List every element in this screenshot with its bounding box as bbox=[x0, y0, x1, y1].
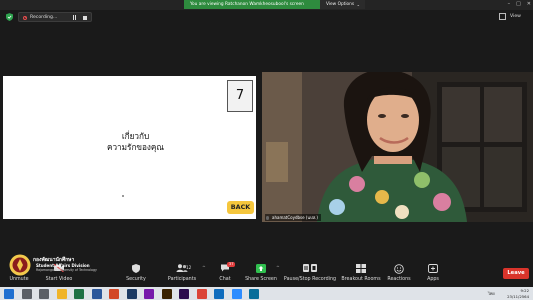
chat-button[interactable]: 37 Chat bbox=[210, 261, 240, 287]
minimize-button[interactable]: – bbox=[508, 0, 511, 9]
pause-stop-icon bbox=[303, 264, 317, 272]
close-button[interactable]: ✕ bbox=[527, 0, 531, 9]
input-language-indicator[interactable]: ไทย bbox=[488, 291, 495, 297]
slide-page-number: 7 bbox=[227, 80, 253, 112]
apps-icon bbox=[428, 264, 438, 273]
leave-button[interactable]: Leave bbox=[503, 268, 529, 279]
fullscreen-icon[interactable] bbox=[499, 13, 506, 20]
share-screen-label: Share Screen bbox=[245, 277, 277, 282]
illustrator-icon[interactable] bbox=[161, 288, 172, 299]
view-options-label: View Options bbox=[326, 2, 355, 7]
word-icon[interactable] bbox=[91, 288, 102, 299]
recording-dot-icon bbox=[23, 15, 27, 20]
chat-bubble-icon: 37 bbox=[220, 262, 235, 272]
viewing-screen-banner: You are viewing Ratchanon Wamkheosubool'… bbox=[184, 0, 320, 9]
zoom-icon[interactable] bbox=[231, 288, 242, 299]
breakout-rooms-label: Breakout Rooms bbox=[341, 277, 381, 282]
participants-label: Participants bbox=[167, 277, 197, 282]
participants-button[interactable]: 12 Participants bbox=[162, 261, 202, 287]
photos-icon[interactable] bbox=[249, 288, 259, 299]
reactions-button[interactable]: Reactions bbox=[384, 261, 414, 287]
encryption-shield-icon[interactable] bbox=[6, 13, 13, 21]
windows-taskbar: ไทย 9:22 23/11/2564 bbox=[0, 287, 533, 300]
window-controls: – □ ✕ bbox=[508, 0, 531, 9]
chevron-down-icon: ⌄ bbox=[356, 2, 360, 7]
pause-recording-icon[interactable] bbox=[72, 15, 77, 20]
excel-icon[interactable] bbox=[74, 288, 84, 299]
search-icon[interactable] bbox=[21, 288, 32, 299]
pause-stop-recording-button[interactable]: Pause/Stop Recording bbox=[282, 261, 338, 287]
chat-unread-badge: 37 bbox=[227, 262, 235, 267]
participants-count: 12 bbox=[186, 265, 192, 270]
participant-video bbox=[262, 72, 533, 222]
reactions-label: Reactions bbox=[387, 277, 411, 282]
security-button[interactable]: Security bbox=[118, 261, 154, 287]
security-label: Security bbox=[126, 277, 146, 282]
share-screen-button[interactable]: Share Screen bbox=[244, 261, 278, 287]
apps-button[interactable]: Apps bbox=[418, 261, 448, 287]
share-options-caret[interactable]: ^ bbox=[276, 266, 280, 271]
start-icon[interactable] bbox=[4, 288, 14, 299]
share-screen-icon bbox=[256, 264, 266, 273]
mail-icon[interactable] bbox=[214, 288, 224, 299]
apps-label: Apps bbox=[427, 277, 439, 282]
clock-date: 23/11/2564 bbox=[507, 293, 529, 299]
view-options-button[interactable]: View Options ⌄ bbox=[320, 0, 365, 9]
slide-heading-line-1: เกี่ยวกับ bbox=[121, 131, 150, 141]
recording-label: Recording... bbox=[30, 15, 58, 20]
pause-stop-recording-label: Pause/Stop Recording bbox=[283, 277, 337, 282]
slide-heading-line-2: ความรักของคุณ bbox=[106, 142, 164, 152]
student-affairs-logo: กองพัฒนานักศึกษา Student Affairs Divisio… bbox=[6, 250, 101, 280]
slide-dot bbox=[122, 195, 124, 197]
student-affairs-emblem-icon bbox=[9, 254, 31, 276]
premiere-icon[interactable] bbox=[179, 288, 189, 299]
system-clock[interactable]: 9:22 23/11/2564 bbox=[507, 287, 529, 300]
breakout-rooms-icon bbox=[356, 264, 366, 273]
powerpoint-icon[interactable] bbox=[109, 288, 119, 299]
shield-icon bbox=[132, 264, 140, 273]
view-button[interactable]: View bbox=[510, 12, 521, 22]
onenote-icon[interactable] bbox=[144, 288, 154, 299]
participants-options-caret[interactable]: ^ bbox=[202, 266, 206, 271]
smiley-icon bbox=[394, 264, 404, 274]
logo-subtext: Rajamangala University of Technology bbox=[36, 268, 97, 272]
top-bar: You are viewing Ratchanon Wamkheosubool'… bbox=[0, 0, 533, 10]
zoom-window: You are viewing Ratchanon Wamkheosubool'… bbox=[0, 0, 533, 300]
shared-screen-slide: 7 เกี่ยวกับ ความรักของคุณ BACK bbox=[3, 76, 256, 219]
file-explorer-icon[interactable] bbox=[56, 288, 67, 299]
participant-name-tag: ahamatCoydbse (นปส.) bbox=[265, 214, 321, 221]
photoshop-icon[interactable] bbox=[126, 288, 137, 299]
slide-heading: เกี่ยวกับ ความรักของคุณ bbox=[73, 131, 198, 153]
stop-recording-icon[interactable] bbox=[83, 15, 87, 20]
breakout-rooms-button[interactable]: Breakout Rooms bbox=[340, 261, 382, 287]
task-view-icon[interactable] bbox=[39, 288, 49, 299]
maximize-button[interactable]: □ bbox=[516, 0, 521, 9]
chrome-icon[interactable] bbox=[196, 288, 207, 299]
slide-back-button[interactable]: BACK bbox=[227, 201, 254, 214]
chat-label: Chat bbox=[219, 277, 231, 282]
recording-indicator: Recording... bbox=[18, 12, 92, 22]
